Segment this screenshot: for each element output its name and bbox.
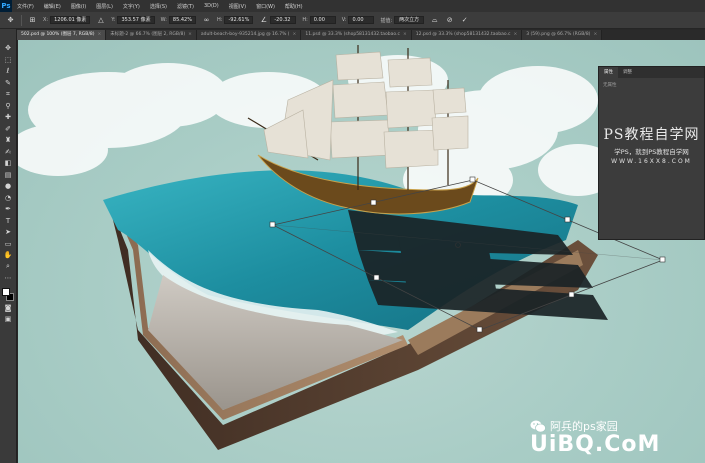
- screen-mode-icon[interactable]: ▣: [2, 314, 14, 325]
- menu-bar: Ps 文件(F) 编辑(E) 图像(I) 图层(L) 文字(Y) 选择(S) 滤…: [0, 0, 705, 12]
- delta-icon[interactable]: △: [96, 16, 105, 25]
- tab-doc-5[interactable]: 12.psd @ 33.3% (shop58131432.taobao.c ×: [411, 30, 523, 40]
- history-brush-tool-icon[interactable]: ✍: [2, 147, 14, 158]
- transform-handle[interactable]: [370, 199, 377, 206]
- commit-transform-icon[interactable]: ✓: [460, 16, 469, 25]
- h-skew-input[interactable]: 0.00: [309, 16, 336, 24]
- panel-body-text: 无属性: [603, 83, 617, 88]
- eraser-tool-icon[interactable]: ◧: [2, 158, 14, 169]
- shape-tool-icon[interactable]: ▭: [2, 239, 14, 250]
- y-input[interactable]: 353.57 像素: [117, 16, 155, 24]
- menu-file[interactable]: 文件(F): [12, 3, 39, 10]
- angle-icon: ∠: [260, 16, 267, 24]
- watermark-title: PS教程自学网: [603, 127, 700, 143]
- height-field: H: -92.61%: [217, 16, 254, 24]
- y-field: Y: 353.57 像素: [111, 16, 155, 24]
- tab-doc-6[interactable]: 3 (59).png @ 66.7% (RGB/8) ×: [522, 30, 603, 40]
- menu-type[interactable]: 文字(Y): [118, 3, 145, 10]
- brush-tool-icon[interactable]: ✐: [2, 124, 14, 135]
- width-field: W: 85.42%: [161, 16, 196, 24]
- close-icon[interactable]: ×: [293, 32, 297, 37]
- h-skew-field: H: 0.00: [302, 16, 336, 24]
- move-tool-icon[interactable]: ✥: [2, 43, 14, 54]
- site-logo-text: UiBQ.CoM: [530, 432, 661, 457]
- close-icon[interactable]: ×: [593, 32, 597, 37]
- menu-edit[interactable]: 编辑(E): [39, 3, 66, 10]
- lasso-tool-icon[interactable]: ℓ: [2, 66, 14, 77]
- hand-tool-icon[interactable]: ✋: [2, 250, 14, 261]
- x-field: X: 1206.01 像素: [43, 16, 91, 24]
- menu-layer[interactable]: 图层(L): [91, 3, 118, 10]
- menu-select[interactable]: 选择(S): [145, 3, 172, 10]
- tab-adjustments[interactable]: 调整: [618, 67, 637, 78]
- tab-doc-3[interactable]: adult-beach-boy-935214.jpg @ 16.7% (×: [196, 30, 302, 40]
- transform-handle[interactable]: [373, 274, 380, 281]
- reference-point-icon[interactable]: ⊞: [28, 16, 37, 25]
- color-swatches[interactable]: [2, 287, 14, 302]
- close-icon[interactable]: ×: [403, 32, 407, 37]
- close-icon[interactable]: ×: [188, 32, 192, 37]
- gradient-tool-icon[interactable]: ▤: [2, 170, 14, 181]
- zoom-tool-icon[interactable]: ⌕: [2, 262, 14, 273]
- move-tool-preset-icon[interactable]: ✥: [6, 16, 15, 25]
- interpolation-field: 插值: 两次立方: [380, 16, 425, 24]
- healing-brush-tool-icon[interactable]: ✚: [2, 112, 14, 123]
- dodge-tool-icon[interactable]: ◔: [2, 193, 14, 204]
- photoshop-logo-icon[interactable]: Ps: [0, 0, 12, 12]
- interpolation-select[interactable]: 两次立方: [394, 16, 425, 24]
- close-icon[interactable]: ×: [513, 32, 517, 37]
- brand-overlay: 阿兵的ps家园 UiBQ.CoM: [530, 418, 660, 457]
- menu-3d[interactable]: 3D(D): [199, 3, 224, 9]
- panel-tabs: 属性 调整: [599, 67, 704, 78]
- eyedropper-tool-icon[interactable]: ⚲: [2, 101, 14, 112]
- transform-handle[interactable]: [568, 291, 575, 298]
- transform-handle[interactable]: [269, 221, 276, 228]
- menu-image[interactable]: 图像(I): [66, 3, 91, 10]
- type-tool-icon[interactable]: T: [2, 216, 14, 227]
- quick-mask-icon[interactable]: ◙: [2, 303, 14, 314]
- link-icon[interactable]: ∞: [202, 16, 211, 25]
- watermark-subtitle: 学PS，就到PS教程自学网: [614, 148, 689, 156]
- wechat-icon: [530, 420, 546, 432]
- width-input[interactable]: 85.42%: [168, 16, 196, 24]
- options-bar: ✥ ⊞ X: 1206.01 像素 △ Y: 353.57 像素 W: 85.4…: [0, 12, 705, 29]
- tab-doc-2[interactable]: 未标题-2 @ 66.7% (图层 2, RGB/8) ×: [106, 30, 197, 40]
- menu-help[interactable]: 帮助(H): [280, 3, 308, 10]
- more-tools-icon[interactable]: ⋯: [2, 273, 14, 284]
- height-input[interactable]: -92.61%: [224, 16, 254, 24]
- pen-tool-icon[interactable]: ✒: [2, 204, 14, 215]
- transform-handle[interactable]: [659, 256, 666, 263]
- close-icon[interactable]: ×: [97, 32, 101, 37]
- document-tabs: 502.psd @ 100% (图层 7, RGB/8) × 未标题-2 @ 66…: [17, 30, 705, 40]
- blur-tool-icon[interactable]: ●: [2, 181, 14, 192]
- x-input[interactable]: 1206.01 像素: [50, 16, 91, 24]
- menu-filter[interactable]: 滤镜(T): [172, 3, 199, 10]
- tab-doc-1[interactable]: 502.psd @ 100% (图层 7, RGB/8) ×: [17, 30, 107, 40]
- path-select-tool-icon[interactable]: ➤: [2, 227, 14, 238]
- v-skew-input[interactable]: 0.00: [348, 16, 375, 24]
- clone-stamp-tool-icon[interactable]: ♜: [2, 135, 14, 146]
- marquee-tool-icon[interactable]: ⬚: [2, 55, 14, 66]
- foreground-color-swatch[interactable]: [2, 287, 10, 296]
- menu-window[interactable]: 窗口(W): [251, 3, 280, 10]
- angle-field: ∠ -20.32: [259, 16, 297, 25]
- quick-select-tool-icon[interactable]: ✎: [2, 78, 14, 89]
- transform-handle[interactable]: [476, 326, 483, 333]
- angle-input[interactable]: -20.32: [270, 16, 297, 24]
- v-skew-field: V: 0.00: [342, 16, 375, 24]
- divider: [21, 14, 22, 26]
- cancel-transform-icon[interactable]: ⊘: [445, 16, 454, 25]
- tools-panel: ✥ ⬚ ℓ ✎ ⌗ ⚲ ✚ ✐ ♜ ✍ ◧ ▤ ● ◔ ✒ T ➤ ▭ ✋ ⌕ …: [0, 29, 17, 463]
- menu-view[interactable]: 视图(V): [224, 3, 251, 10]
- warp-mode-icon[interactable]: ⌓: [430, 16, 439, 25]
- watermark-url: WWW.16XX8.COM: [611, 158, 692, 165]
- tab-properties[interactable]: 属性: [599, 67, 618, 78]
- site-watermark: PS教程自学网 学PS，就到PS教程自学网 WWW.16XX8.COM: [598, 124, 705, 165]
- transform-handle[interactable]: [469, 176, 476, 183]
- crop-tool-icon[interactable]: ⌗: [2, 89, 14, 100]
- tab-doc-4[interactable]: 11.psd @ 33.3% (shop58131432.taobao.c ×: [301, 30, 412, 40]
- transform-handle[interactable]: [564, 216, 571, 223]
